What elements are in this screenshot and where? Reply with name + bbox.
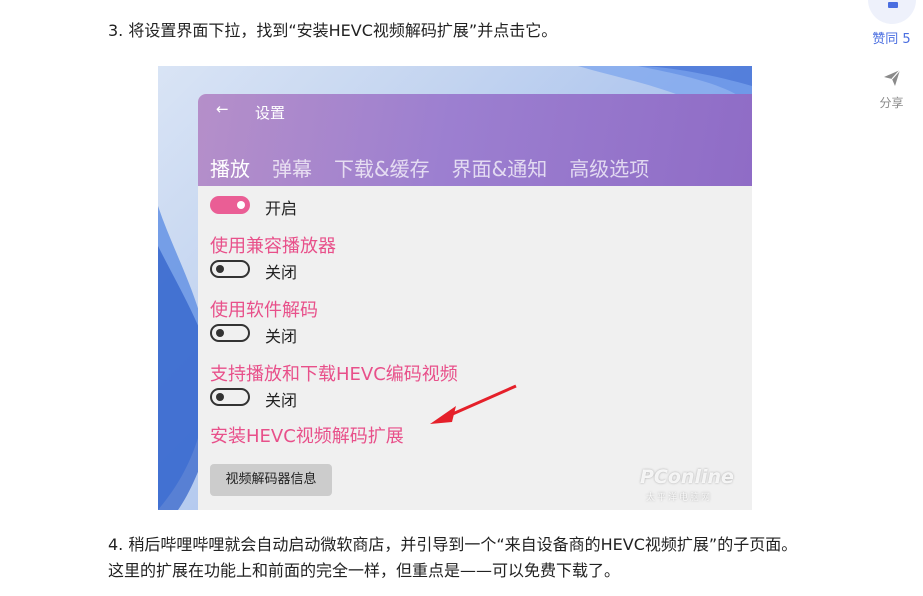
watermark-subtitle: 太平洋电脑网	[646, 493, 713, 503]
red-arrow-annotation-icon	[430, 384, 517, 424]
toggle-switch-compat-player[interactable]	[210, 260, 250, 278]
setting-title-software-decode: 使用软件解码	[210, 300, 318, 321]
embedded-screenshot: ← 设置 播放 弹幕 下载&缓存 界面&通知 高级选项 开启 使用兼容播放器 关闭 使用…	[158, 66, 752, 510]
settings-header: ← 设置 播放 弹幕 下载&缓存 界面&通知 高级选项	[198, 94, 752, 186]
tab-download-cache[interactable]: 下载&缓存	[334, 153, 430, 182]
settings-window: ← 设置 播放 弹幕 下载&缓存 界面&通知 高级选项 开启 使用兼容播放器 关闭 使用…	[198, 94, 752, 510]
toggle-state-label: 开启	[265, 199, 298, 218]
toggle-state-label: 关闭	[265, 327, 298, 346]
settings-tabs: 播放 弹幕 下载&缓存 界面&通知 高级选项	[210, 153, 671, 183]
setting-title-compat-player: 使用兼容播放器	[210, 236, 336, 257]
toggle-switch-hevc-support[interactable]	[210, 388, 250, 406]
toggle-state-label: 关闭	[265, 391, 298, 410]
thumbs-up-icon[interactable]	[868, 0, 916, 24]
tab-ui-notifications[interactable]: 界面&通知	[452, 153, 548, 182]
toggle-switch-software-decode[interactable]	[210, 324, 250, 342]
step-3-text: 3. 将设置界面下拉，找到“安装HEVC视频解码扩展”并点击它。	[108, 21, 558, 40]
toggle-state-label: 关闭	[265, 263, 298, 282]
tab-danmaku[interactable]: 弹幕	[272, 153, 312, 182]
watermark-logo: PConline	[640, 466, 734, 488]
like-count-label[interactable]: 赞同 5	[860, 28, 923, 47]
tab-advanced[interactable]: 高级选项	[569, 153, 649, 182]
step-4-text: 4. 稍后哔哩哔哩就会自动启动微软商店，并引导到一个“来自设备商的HEVC视频扩…	[108, 535, 798, 580]
window-title: 设置	[255, 104, 286, 122]
toggle-switch-on[interactable]	[210, 196, 250, 214]
back-arrow-icon[interactable]: ←	[216, 100, 229, 118]
setting-row: 关闭	[210, 322, 740, 346]
setting-row: 关闭	[210, 258, 740, 282]
setting-row: 开启	[210, 194, 740, 218]
paper-plane-icon[interactable]	[882, 68, 902, 88]
codec-info-button[interactable]: 视频解码器信息	[210, 464, 332, 496]
setting-title-hevc-support: 支持播放和下载HEVC编码视频	[210, 364, 458, 385]
share-label[interactable]: 分享	[860, 94, 923, 111]
tab-playback[interactable]: 播放	[210, 153, 250, 182]
